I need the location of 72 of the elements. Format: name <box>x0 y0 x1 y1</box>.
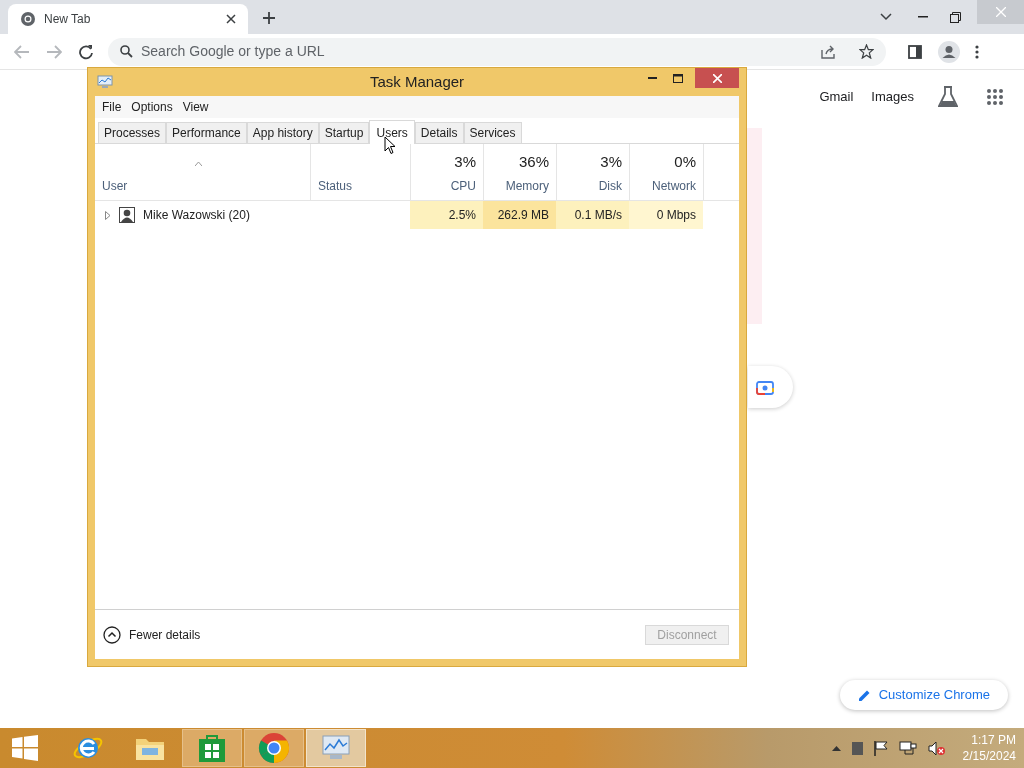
chevron-up-icon[interactable] <box>831 745 841 751</box>
square-icon[interactable] <box>851 741 863 755</box>
taskbar-button[interactable] <box>244 729 304 767</box>
menu-item[interactable]: Options <box>126 98 178 116</box>
column-header[interactable]: Disk <box>598 177 622 195</box>
column-total: 36% <box>518 151 549 172</box>
star-icon[interactable] <box>859 44 874 59</box>
reload-icon[interactable] <box>78 43 94 60</box>
column-header[interactable]: User <box>102 177 128 195</box>
speaker-muted-icon[interactable] <box>927 740 946 756</box>
search-icon <box>120 45 133 58</box>
metric-cell: 262.9 MB <box>483 201 556 229</box>
column-total: 0% <box>674 151 696 172</box>
metric-cell: 0.1 MB/s <box>556 201 629 229</box>
column-total: 3% <box>454 151 476 172</box>
metric-cell: 0 Mbps <box>629 201 703 229</box>
maximize-icon <box>673 73 683 83</box>
taskbar-button[interactable] <box>182 729 242 767</box>
column-header[interactable]: Status <box>318 177 353 195</box>
tab-title: New Tab <box>44 11 92 28</box>
camera-icon[interactable] <box>756 379 774 395</box>
profile-avatar-icon[interactable] <box>938 40 960 63</box>
menu-item[interactable]: View <box>177 98 214 116</box>
tab[interactable]: Services <box>463 122 522 143</box>
restore-icon[interactable] <box>950 11 961 23</box>
close-icon[interactable] <box>226 14 236 24</box>
network-icon[interactable] <box>898 740 917 756</box>
user-icon <box>119 207 135 223</box>
tab[interactable]: Users <box>369 120 415 144</box>
column-header[interactable]: CPU <box>450 177 476 195</box>
close-icon <box>995 7 1006 17</box>
omnibox[interactable]: Search Google or type a URL <box>108 37 886 66</box>
minimize-icon <box>647 77 657 79</box>
mouse-cursor-icon <box>384 136 396 155</box>
menu-item[interactable]: File <box>97 98 127 116</box>
header-link[interactable]: Gmail <box>819 87 854 107</box>
fewer-details-link[interactable]: Fewer details <box>129 625 201 644</box>
user-name: Mike Wazowski (20) <box>143 207 250 224</box>
header-link[interactable]: Images <box>871 87 914 107</box>
close-button[interactable] <box>695 68 739 88</box>
collapse-circle-icon[interactable] <box>103 625 121 644</box>
pencil-icon <box>857 688 871 702</box>
tab[interactable]: Details <box>414 122 464 143</box>
flask-icon[interactable] <box>938 86 958 108</box>
tab[interactable]: App history <box>246 122 319 143</box>
shopping-bag-icon <box>198 733 226 763</box>
minimize-icon[interactable] <box>918 16 928 18</box>
customize-chrome-button[interactable]: Customize Chrome <box>839 680 1008 710</box>
column-total: 3% <box>600 151 622 172</box>
plus-icon[interactable] <box>263 12 275 24</box>
side-panel-icon[interactable] <box>908 44 922 59</box>
apps-grid-icon[interactable] <box>986 88 1004 106</box>
share-icon[interactable] <box>821 44 837 59</box>
window-title: Task Manager <box>369 71 465 92</box>
chrome-icon <box>258 732 290 764</box>
chevron-down-icon[interactable] <box>880 13 892 21</box>
monitor-chart-icon <box>320 734 352 762</box>
column-header[interactable]: Network <box>652 177 696 195</box>
tab[interactable]: Performance <box>166 122 247 143</box>
close-icon <box>712 73 722 83</box>
column-header[interactable]: Memory <box>505 177 549 195</box>
tab[interactable]: Startup <box>318 122 370 143</box>
flag-icon[interactable] <box>873 740 888 756</box>
expand-caret-icon[interactable] <box>105 210 111 220</box>
browser-tab[interactable]: New Tab <box>8 4 248 34</box>
windows-logo-icon[interactable] <box>12 735 38 761</box>
monitor-chart-icon <box>97 75 113 89</box>
tab[interactable]: Processes <box>98 122 167 143</box>
menu-icon[interactable] <box>975 44 979 59</box>
sort-caret-icon <box>195 162 202 166</box>
chrome-icon <box>20 11 36 27</box>
metric-cell: 2.5% <box>410 201 483 229</box>
